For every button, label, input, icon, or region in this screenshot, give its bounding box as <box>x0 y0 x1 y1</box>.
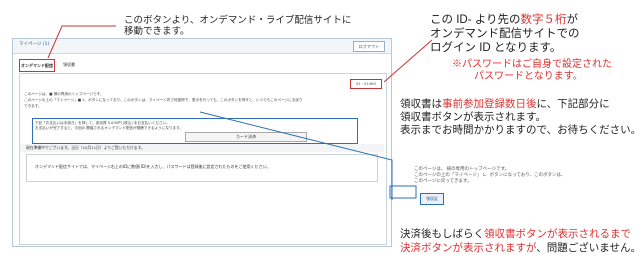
intro-line-1: このページは、■ 様の専用のトップページです。 <box>24 92 104 96</box>
annotation-top-2: 移動できます。 <box>124 26 190 37</box>
annotation-bottom-2-red: 決済ボタンが表示されますが <box>400 242 537 254</box>
window-titlebar: マイページ (1) ログアウト <box>13 39 391 54</box>
tab-receipt[interactable]: 領収書 <box>57 59 81 70</box>
receipt-button[interactable]: 領収証 <box>420 193 444 205</box>
info-box: オンデマンド配信サイトでは、マイページ右上のIDに数値(ID)を入力し、パスワー… <box>26 154 378 182</box>
intro-line-3: できます。 <box>24 104 42 108</box>
annotation-password-2: パスワードとなります。 <box>474 71 583 82</box>
annotation-id-3: ログイン ID となります。 <box>430 42 562 54</box>
annotation-bottom-2b: 、問題ございません。 <box>536 242 640 254</box>
payment-section: 下記「お支払いは手続き」を押して、参加費 5,000円 (税込) をお支払いくだ… <box>32 118 358 144</box>
annotation-bottom-2: 決済ボタンが表示されますが、問題ございません。 <box>400 240 640 255</box>
window-title: マイページ (1) <box>19 42 50 47</box>
payment-line-2: お支払いが完了すると、今回の 開催されるオンデマンド配信が視聴できるようになりま… <box>35 126 183 130</box>
logout-button[interactable]: ログアウト <box>353 41 385 52</box>
annotation-receipt-3: 表示までお時間かかりますので、お待ちください。 <box>400 124 640 136</box>
inset-line-3: このページに戻ってきます。 <box>414 178 472 183</box>
annotation-bottom-1-red: 領収書ボタンが表示されるまで <box>484 228 631 240</box>
annotation-bottom-1a: 決済後もしばらく <box>400 228 484 240</box>
main-content: ID : 51469 このページは、■ 様の専用のトップページです。 このページ… <box>19 73 387 245</box>
intro-line-2: このページの上の「マイページ」■ 1、ボタンになっており、このボタンは、マイペー… <box>24 98 303 102</box>
tab-ondemand[interactable]: オンデマンド配信 <box>19 59 55 72</box>
info-text: オンデマンド配信サイトでは、マイページ右上のIDに数値(ID)を入力し、パスワー… <box>35 164 271 169</box>
annotation-receipt-1b: に、下記部分に <box>536 98 610 110</box>
notice-bar: 現在準備中でございます。当日（10月11日）よりご覧いただけます。 <box>20 144 384 152</box>
card-payment-button[interactable]: カード決済 <box>185 132 307 142</box>
annotation-bottom-1: 決済後もしばらく領収書ボタンが表示されるまで <box>400 226 631 241</box>
screenshot-frame: マイページ (1) ログアウト オンデマンド配信 領収書 ID : 51469 … <box>12 38 392 247</box>
user-id-box: ID : 51469 <box>350 79 382 89</box>
